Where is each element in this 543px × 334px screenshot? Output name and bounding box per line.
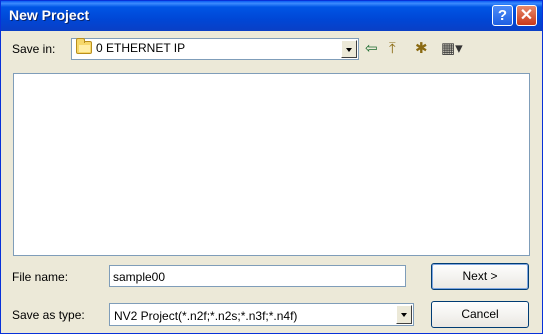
close-button[interactable]: ✕ (516, 5, 537, 26)
save-in-label: Save in: (12, 42, 56, 56)
save-in-value: 0 ETHERNET IP (96, 41, 186, 55)
back-arrow-icon[interactable]: ⇦ (365, 40, 378, 58)
file-name-input[interactable]: sample00 (109, 265, 406, 287)
cancel-button[interactable]: Cancel (431, 301, 529, 328)
views-menu-icon[interactable]: ▦▾ (441, 40, 463, 58)
dialog-title: New Project (9, 7, 90, 23)
file-name-label: File name: (12, 270, 69, 284)
chevron-down-icon[interactable] (396, 305, 412, 324)
new-folder-icon[interactable]: ✱ (415, 40, 428, 58)
new-project-dialog: New Project ? ✕ Save in: 0 ETHERNET IP ⇦… (0, 0, 543, 334)
save-in-dropdown[interactable]: 0 ETHERNET IP (71, 38, 359, 60)
up-folder-icon[interactable]: ⤒ (389, 40, 396, 58)
file-list[interactable] (13, 73, 530, 256)
help-button[interactable]: ? (492, 5, 513, 26)
title-bar[interactable]: New Project ? ✕ (1, 1, 542, 31)
save-as-type-dropdown[interactable]: NV2 Project(*.n2f;*.n2s;*.n3f;*.n4f) (109, 303, 414, 326)
save-as-type-label: Save as type: (12, 308, 85, 322)
next-button[interactable]: Next > (431, 263, 529, 290)
folder-icon (76, 38, 92, 54)
chevron-down-icon[interactable] (341, 40, 357, 58)
save-as-type-value: NV2 Project(*.n2f;*.n2s;*.n3f;*.n4f) (114, 309, 298, 323)
